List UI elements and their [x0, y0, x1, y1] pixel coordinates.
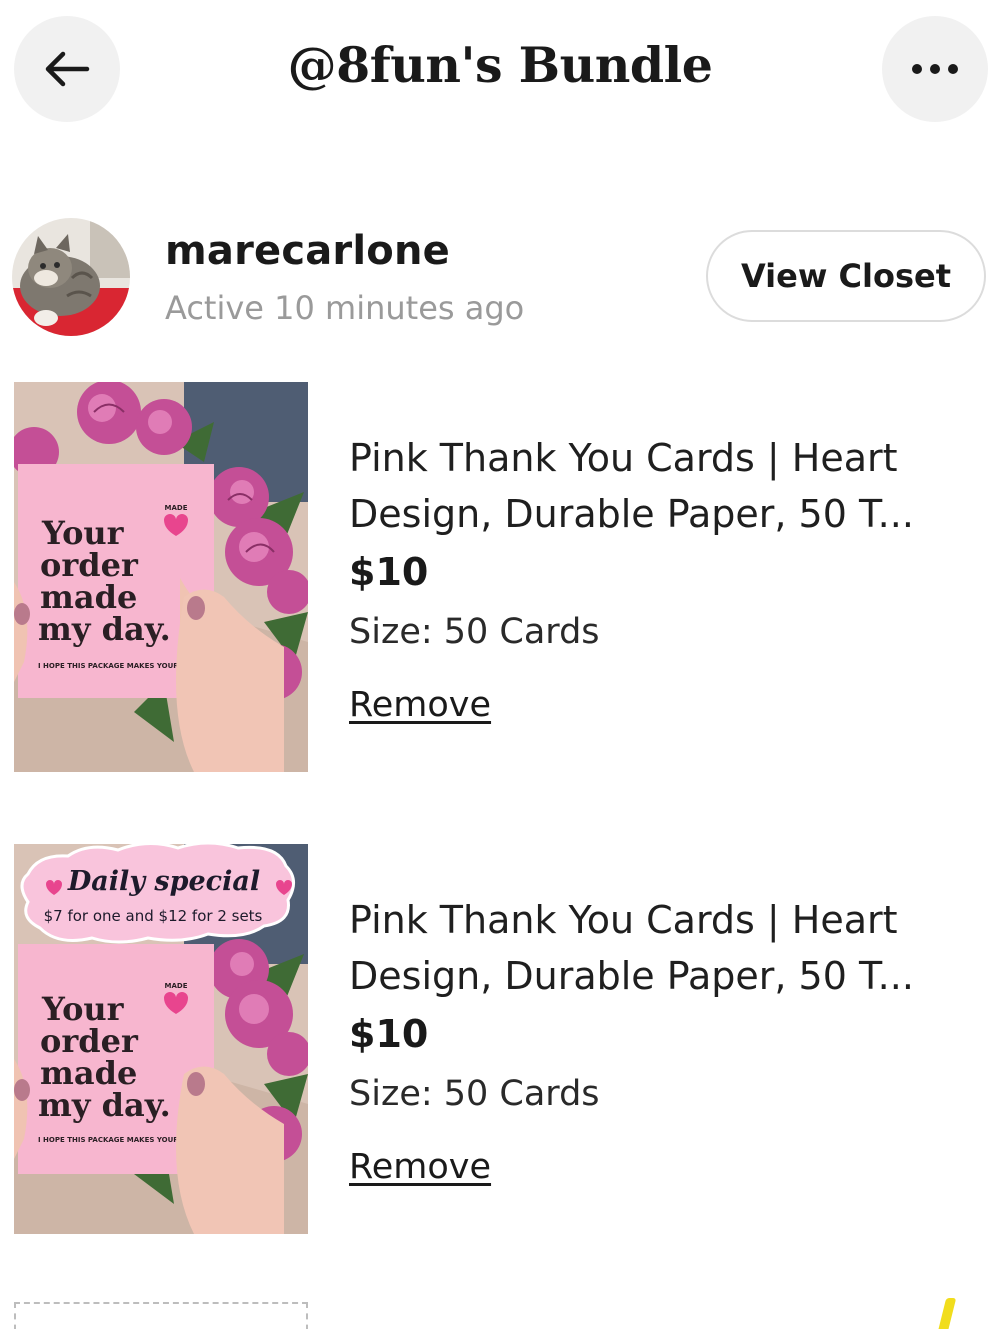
item-size: Size: 50 Cards	[349, 612, 600, 652]
item-title-line: Pink Thank You Cards | Heart	[349, 898, 898, 942]
svg-text:my day.: my day.	[38, 1086, 171, 1124]
arrow-left-icon	[45, 51, 90, 87]
svg-text:Daily special: Daily special	[67, 866, 260, 897]
item-thumbnail[interactable]: Your order made my day. I HOPE THIS PACK…	[14, 844, 308, 1234]
item-price: $10	[349, 1012, 429, 1056]
item-price: $10	[349, 550, 429, 594]
svg-text:my day.: my day.	[38, 610, 171, 648]
svg-text:MADE: MADE	[165, 504, 188, 512]
item-thumbnail[interactable]: Your order made my day. I HOPE THIS PACK…	[14, 382, 308, 772]
bundle-item: Your order made my day. I HOPE THIS PACK…	[0, 380, 1000, 772]
seller-avatar[interactable]	[12, 218, 130, 336]
seller-username[interactable]: marecarlone	[165, 228, 450, 274]
remove-link[interactable]: Remove	[349, 685, 491, 725]
yellow-mark	[937, 1298, 957, 1329]
svg-text:I HOPE THIS PACKAGE MAKES YOUR: I HOPE THIS PACKAGE MAKES YOURS!	[38, 662, 187, 670]
bundle-item: Your order made my day. I HOPE THIS PACK…	[0, 842, 1000, 1234]
item-title-line: Design, Durable Paper, 50 T...	[349, 954, 914, 998]
item-title-line: Pink Thank You Cards | Heart	[349, 436, 898, 480]
more-dots-icon	[912, 64, 958, 74]
item-title[interactable]: Pink Thank You Cards | Heart Design, Dur…	[349, 892, 949, 1004]
svg-text:I HOPE THIS PACKAGE MAKES YOUR: I HOPE THIS PACKAGE MAKES YOURS!	[38, 1136, 187, 1144]
view-closet-button[interactable]: View Closet	[706, 230, 986, 322]
back-button[interactable]	[14, 16, 120, 122]
svg-text:$7 for one and $12 for 2 sets: $7 for one and $12 for 2 sets	[44, 907, 263, 925]
item-title-line: Design, Durable Paper, 50 T...	[349, 492, 914, 536]
remove-link[interactable]: Remove	[349, 1147, 491, 1187]
svg-text:MADE: MADE	[165, 982, 188, 990]
more-options-button[interactable]	[882, 16, 988, 122]
top-bar: @8fun's Bundle	[0, 0, 1000, 140]
page-title: @8fun's Bundle	[287, 36, 713, 94]
item-title[interactable]: Pink Thank You Cards | Heart Design, Dur…	[349, 430, 949, 542]
item-size: Size: 50 Cards	[349, 1074, 600, 1114]
seller-active-status: Active 10 minutes ago	[165, 289, 525, 327]
next-item-thumbnail-placeholder	[14, 1302, 308, 1329]
